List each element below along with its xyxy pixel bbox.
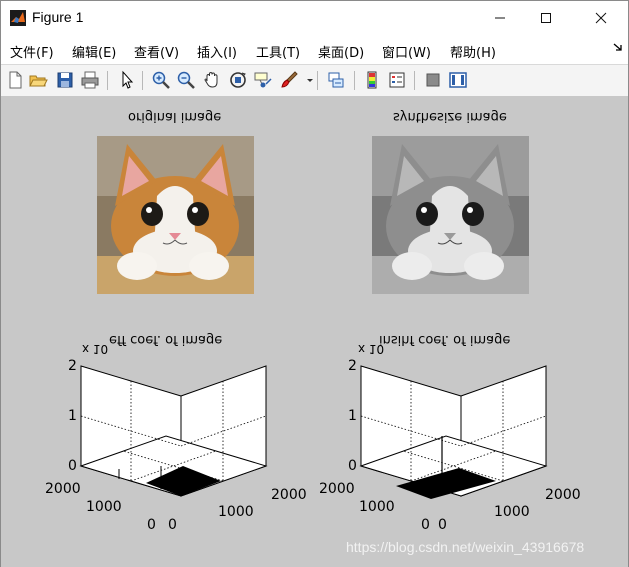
close-icon [595,12,607,24]
z-tick: 0 [68,458,77,474]
hide-plot-tools-icon[interactable] [423,70,443,90]
save-icon[interactable] [55,70,75,90]
z-tick: 2 [68,358,77,374]
menu-desktop[interactable]: 桌面(D) [318,42,364,61]
toolbar-separator [107,71,108,90]
y-tick: 1000 [359,499,395,515]
menu-view[interactable]: 查看(V) [134,42,179,61]
figure-toolbar [1,64,628,97]
colorbar-icon[interactable] [362,70,382,90]
axes-title-synthesize: synthesize image [393,109,507,124]
menu-file[interactable]: 文件(F) [10,42,54,61]
toolbar-separator [414,71,415,90]
zoom-out-icon[interactable] [176,70,196,90]
window-title: Figure 1 [32,9,84,25]
print-icon[interactable] [80,70,100,90]
axes-title-original: original image [128,109,222,124]
x-tick: 1000 [494,504,530,520]
synthesize-image [372,136,529,294]
menu-window[interactable]: 窗口(W) [382,42,431,61]
minimize-icon [495,17,505,19]
menu-insert[interactable]: 插入(I) [197,42,237,61]
zoom-in-icon[interactable] [151,70,171,90]
pan-icon[interactable] [202,70,222,90]
x-tick: 2000 [545,487,581,503]
x-tick: 2000 [271,487,307,503]
axes-title-insihf: insihf coef. of image [379,332,511,347]
close-button[interactable] [578,1,624,35]
original-image [97,136,254,294]
open-file-icon[interactable] [28,70,48,90]
menu-tools[interactable]: 工具(T) [256,42,300,61]
brush-icon[interactable] [279,70,299,90]
3d-plot-insihf-coef: 0 1 2 2000 1000 0 0 1000 2000 [311,321,601,551]
x-tick: 0 [168,517,177,533]
toolbar-separator [142,71,143,90]
x-tick: 1000 [218,504,254,520]
y-tick: 2000 [319,481,355,497]
y-tick: 0 [421,517,430,533]
3d-plot-eff-coef: 0 1 2 2000 1000 0 0 1000 2000 [31,321,321,551]
figure-window: Figure 1 文件(F) 编辑(E) 查看(V) 插入(I) 工具(T) 桌… [0,0,629,567]
menu-help[interactable]: 帮助(H) [450,42,496,61]
maximize-button[interactable] [523,1,569,35]
dock-arrow-icon[interactable] [613,42,623,55]
data-cursor-icon[interactable] [253,70,273,90]
toolbar-separator [354,71,355,90]
figure-canvas: original image synthesize image 0 1 2 20… [1,96,628,567]
menu-edit[interactable]: 编辑(E) [72,42,116,61]
legend-icon[interactable] [387,70,407,90]
z-tick: 1 [348,408,357,424]
link-plot-icon[interactable] [326,70,346,90]
minimize-button[interactable] [477,1,523,35]
new-figure-icon[interactable] [5,70,25,90]
watermark-text: https://blog.csdn.net/weixin_43916678 [346,539,585,555]
z-tick: 0 [348,458,357,474]
toolbar-separator [317,71,318,90]
menu-bar: 文件(F) 编辑(E) 查看(V) 插入(I) 工具(T) 桌面(D) 窗口(W… [1,37,628,63]
pointer-icon[interactable] [117,70,137,90]
show-plot-tools-icon[interactable] [448,70,468,90]
y-tick: 2000 [45,481,81,497]
brush-dropdown-icon[interactable] [300,70,313,90]
exponent-label: x 10 [82,342,109,356]
title-bar: Figure 1 [1,1,628,35]
axes-title-eff: eff coef. of image [109,332,223,347]
z-tick: 1 [68,408,77,424]
rotate-3d-icon[interactable] [228,70,248,90]
y-tick: 0 [147,517,156,533]
y-tick: 1000 [86,499,122,515]
z-tick: 2 [348,358,357,374]
x-tick: 0 [438,517,447,533]
matlab-icon [10,10,26,26]
maximize-icon [541,13,551,23]
